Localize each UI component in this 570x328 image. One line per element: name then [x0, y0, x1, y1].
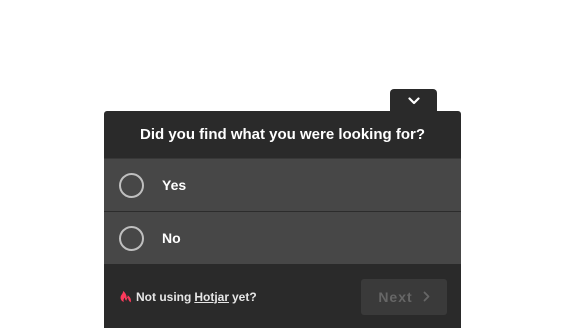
next-button-label: Next	[378, 288, 413, 305]
branding: Not using Hotjar yet?	[120, 290, 257, 304]
branding-prefix: Not using	[136, 289, 192, 304]
branding-suffix: yet?	[232, 289, 257, 304]
next-button[interactable]: Next	[361, 278, 447, 315]
feedback-widget: Did you find what you were looking for? …	[104, 111, 461, 328]
widget-footer: Not using Hotjar yet? Next	[104, 265, 461, 328]
hotjar-link[interactable]: Hotjar	[194, 290, 229, 304]
chevron-down-icon	[407, 97, 420, 105]
page: Did you find what you were looking for? …	[0, 0, 570, 328]
option-no-label: No	[162, 230, 181, 246]
chevron-right-icon	[423, 291, 430, 302]
survey-question: Did you find what you were looking for?	[140, 126, 425, 143]
option-no[interactable]: No	[104, 211, 461, 264]
option-yes-label: Yes	[162, 177, 187, 193]
collapse-widget-button[interactable]	[390, 89, 437, 113]
option-yes[interactable]: Yes	[104, 158, 461, 211]
hotjar-logo-icon	[120, 290, 131, 302]
radio-yes[interactable]	[119, 172, 144, 198]
radio-no[interactable]	[119, 225, 144, 251]
